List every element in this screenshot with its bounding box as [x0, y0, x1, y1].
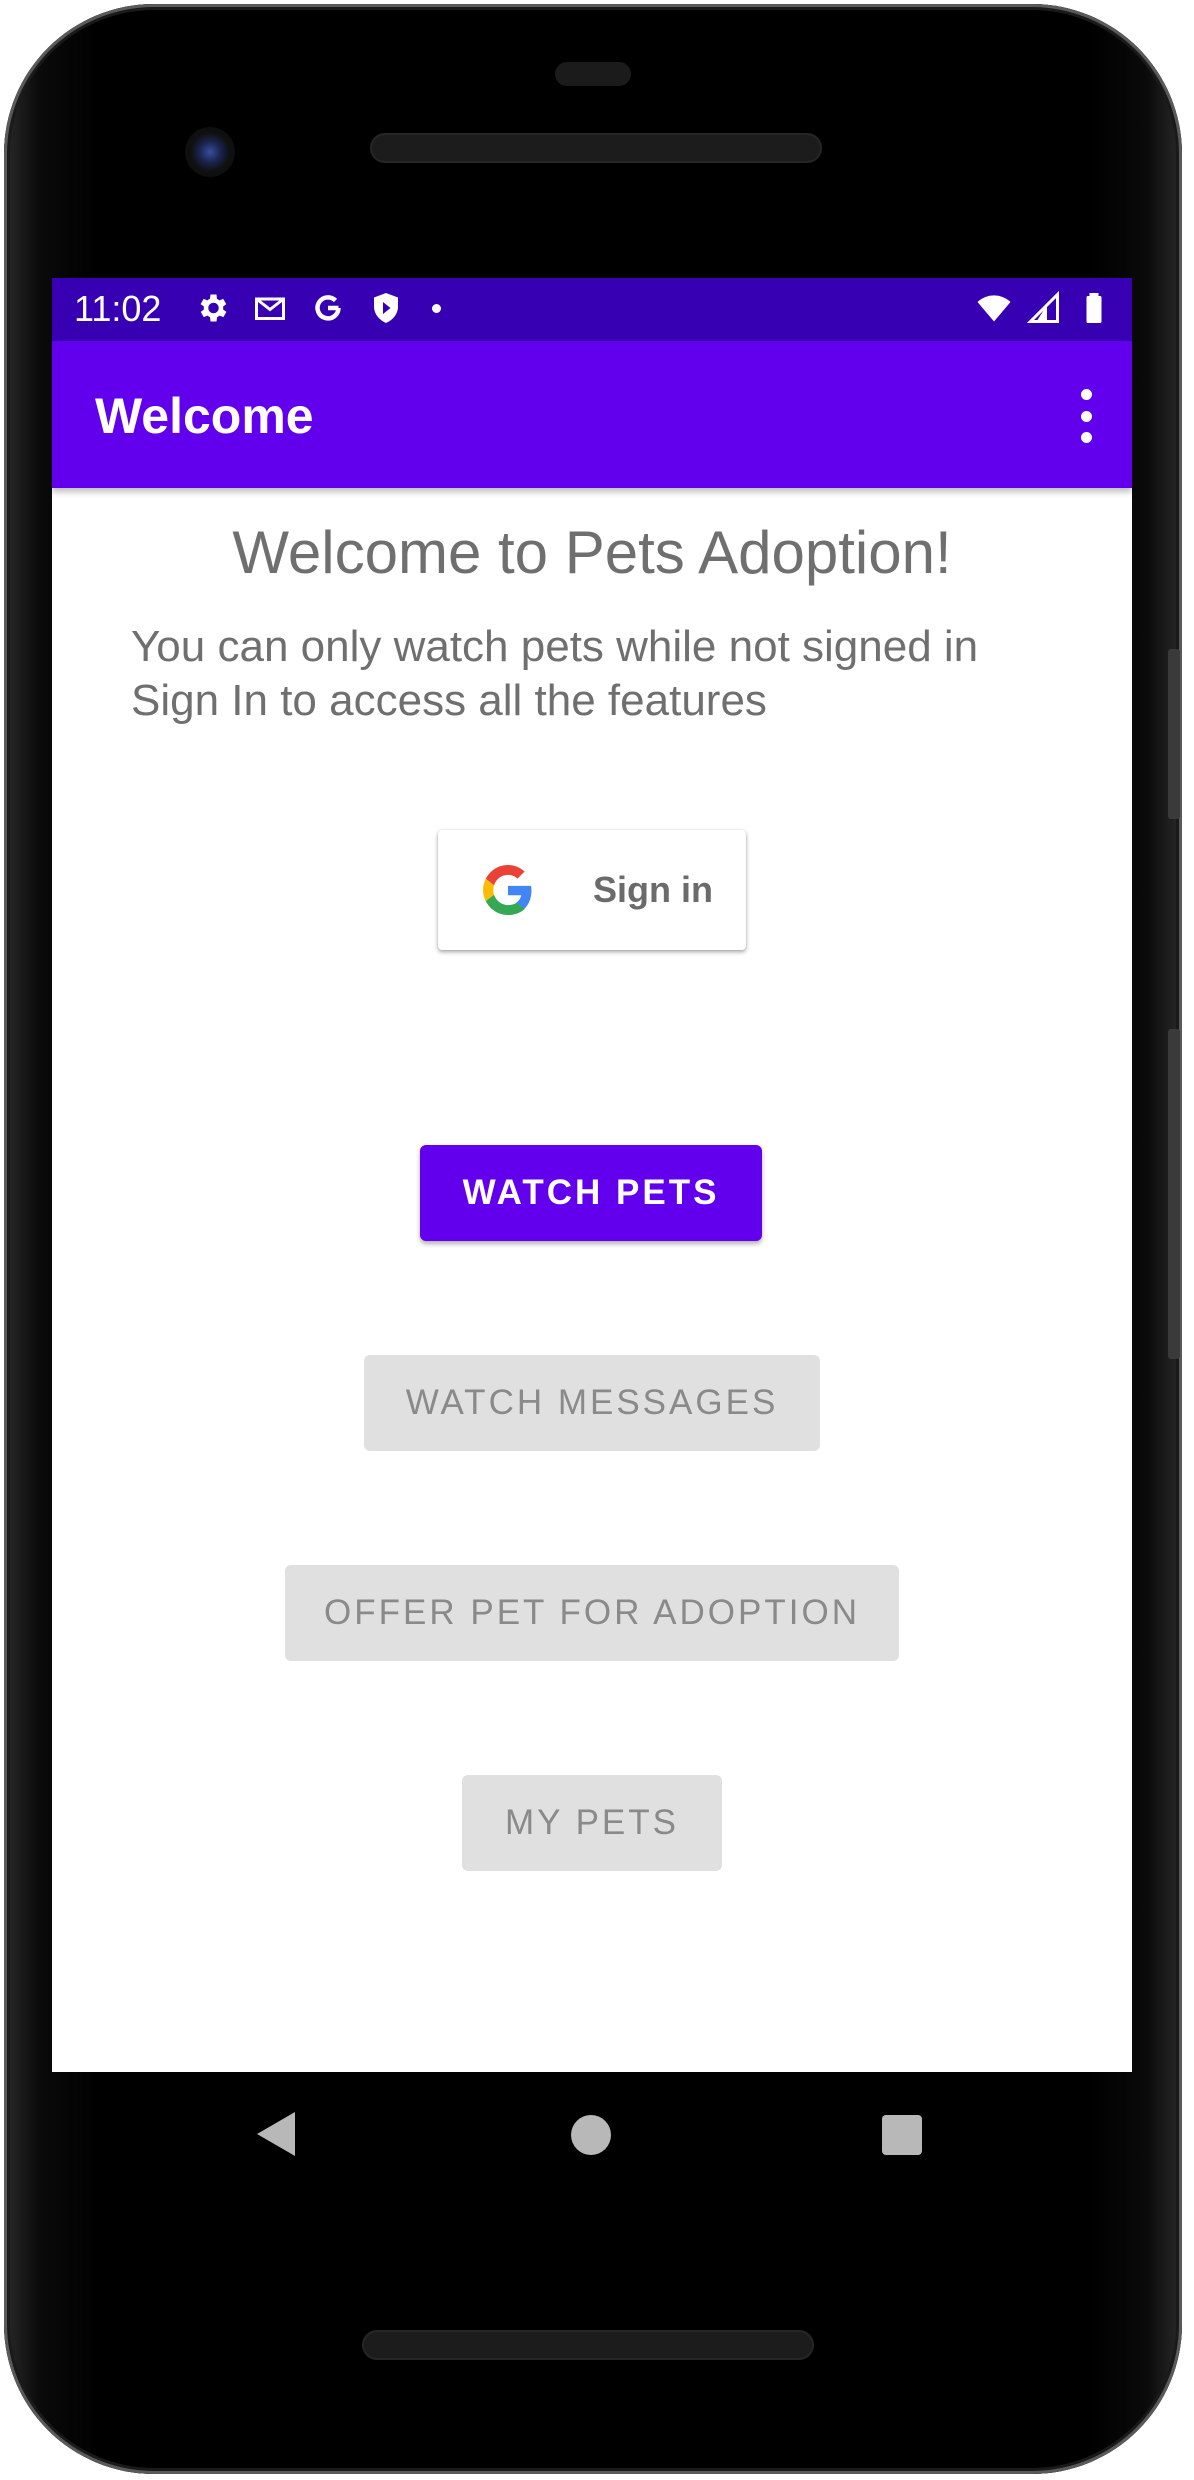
page-heading: Welcome to Pets Adoption!: [232, 519, 952, 586]
my-pets-button[interactable]: MY PETS: [462, 1775, 722, 1871]
recents-icon[interactable]: [882, 2115, 922, 2155]
app-bar-title: Welcome: [95, 388, 314, 444]
info-text-line-2: Sign In to access all the features: [131, 676, 767, 725]
info-text: You can only watch pets while not signed…: [131, 620, 1091, 728]
gear-icon: [194, 290, 230, 326]
notification-icons: [194, 290, 441, 326]
wifi-icon: [976, 290, 1012, 326]
watch-pets-button[interactable]: WATCH PETS: [420, 1145, 762, 1241]
shield-icon: [368, 290, 404, 326]
more-vert-icon[interactable]: [1076, 389, 1096, 443]
app-bar: Welcome: [52, 341, 1132, 488]
earpiece: [555, 62, 631, 86]
home-icon[interactable]: [571, 2115, 611, 2155]
google-icon: [310, 290, 346, 326]
offer-pet-button[interactable]: OFFER PET FOR ADOPTION: [285, 1565, 899, 1661]
watch-messages-button[interactable]: WATCH MESSAGES: [364, 1355, 820, 1451]
back-icon[interactable]: [257, 2112, 295, 2156]
screen: 11:02 Welcome Welcome to Pets Adoption! …: [52, 278, 1132, 2072]
status-bar: 11:02: [52, 278, 1132, 341]
signal-icon: [1026, 290, 1062, 326]
front-camera-icon: [185, 127, 235, 177]
google-sign-in-label: Sign in: [593, 869, 713, 910]
status-time: 11:02: [74, 288, 162, 329]
navigation-bar: [52, 2072, 1132, 2202]
power-button: [1168, 649, 1180, 819]
volume-rocker: [1168, 1029, 1180, 1359]
top-speaker: [372, 135, 820, 161]
bottom-speaker: [364, 2332, 812, 2358]
gmail-icon: [252, 290, 288, 326]
google-g-logo-icon: [483, 865, 532, 915]
info-text-line-1: You can only watch pets while not signed…: [131, 622, 979, 671]
system-icons: [976, 290, 1112, 326]
google-sign-in-button[interactable]: Sign in: [438, 830, 746, 950]
dot-icon: [432, 303, 441, 313]
battery-icon: [1076, 290, 1112, 326]
